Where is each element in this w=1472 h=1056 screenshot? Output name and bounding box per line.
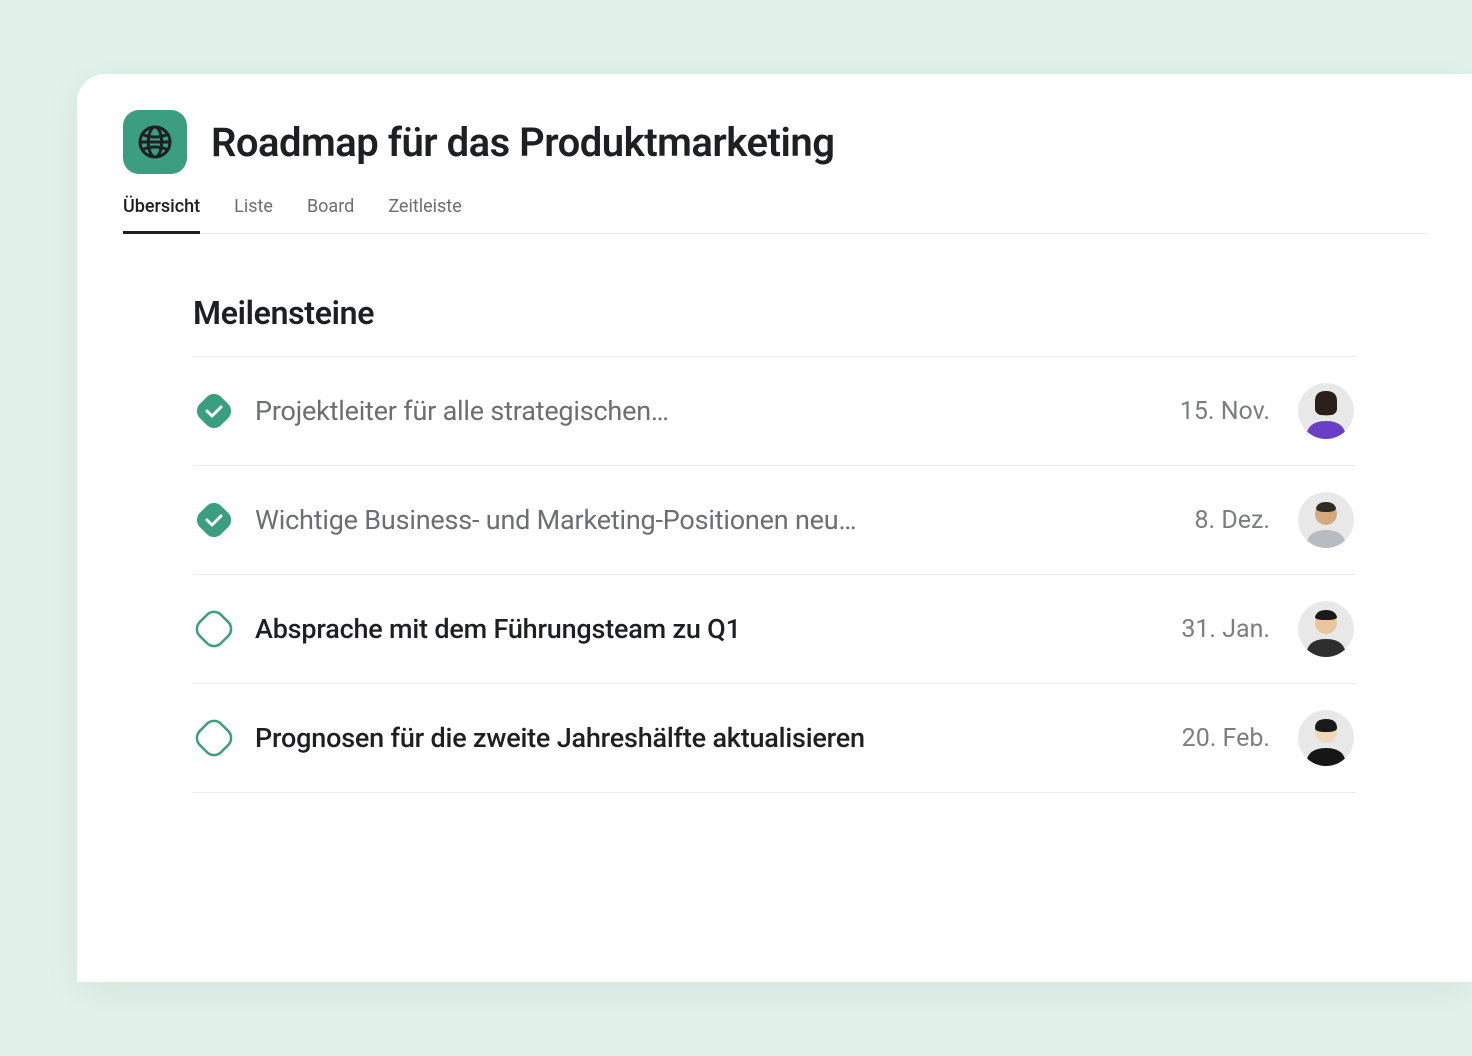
title-row: Roadmap für das Produktmarketing: [123, 110, 1426, 174]
project-card: Roadmap für das Produktmarketing Übersic…: [77, 74, 1472, 982]
assignee-avatar[interactable]: [1298, 383, 1354, 439]
section-title: Meilensteine: [193, 294, 1356, 332]
project-icon-badge[interactable]: [123, 110, 187, 174]
milestone-incomplete-icon[interactable]: [195, 719, 233, 757]
assignee-avatar[interactable]: [1298, 492, 1354, 548]
milestone-incomplete-icon[interactable]: [195, 610, 233, 648]
milestone-title: Prognosen für die zweite Jahreshälfte ak…: [255, 722, 1160, 754]
tab-overview[interactable]: Übersicht: [123, 196, 200, 234]
milestone-row[interactable]: Wichtige Business- und Marketing-Positio…: [193, 466, 1356, 575]
milestone-complete-icon[interactable]: [195, 392, 233, 430]
content: Meilensteine Projektleiter für alle stra…: [77, 234, 1472, 793]
assignee-avatar[interactable]: [1298, 710, 1354, 766]
assignee-avatar[interactable]: [1298, 601, 1354, 657]
milestone-date: 31. Jan.: [1181, 615, 1270, 644]
project-header: Roadmap für das Produktmarketing Übersic…: [77, 74, 1472, 234]
milestone-row[interactable]: Prognosen für die zweite Jahreshälfte ak…: [193, 684, 1356, 793]
milestone-title: Projektleiter für alle strategischen…: [255, 395, 1158, 427]
milestone-row[interactable]: Projektleiter für alle strategischen… 15…: [193, 357, 1356, 466]
tab-timeline[interactable]: Zeitleiste: [388, 196, 461, 234]
milestone-title: Absprache mit dem Führungsteam zu Q1: [255, 613, 1159, 645]
milestone-row[interactable]: Absprache mit dem Führungsteam zu Q1 31.…: [193, 575, 1356, 684]
globe-icon: [135, 122, 175, 162]
milestone-complete-icon[interactable]: [195, 501, 233, 539]
tab-list[interactable]: Liste: [234, 196, 273, 234]
milestone-list: Projektleiter für alle strategischen… 15…: [193, 356, 1356, 793]
project-title: Roadmap für das Produktmarketing: [211, 119, 834, 166]
tabs: Übersicht Liste Board Zeitleiste: [123, 196, 1426, 234]
milestone-date: 20. Feb.: [1182, 724, 1270, 753]
milestone-date: 8. Dez.: [1194, 506, 1270, 535]
milestone-title: Wichtige Business- und Marketing-Positio…: [255, 504, 1172, 536]
milestone-date: 15. Nov.: [1180, 397, 1270, 426]
tab-board[interactable]: Board: [307, 196, 354, 234]
